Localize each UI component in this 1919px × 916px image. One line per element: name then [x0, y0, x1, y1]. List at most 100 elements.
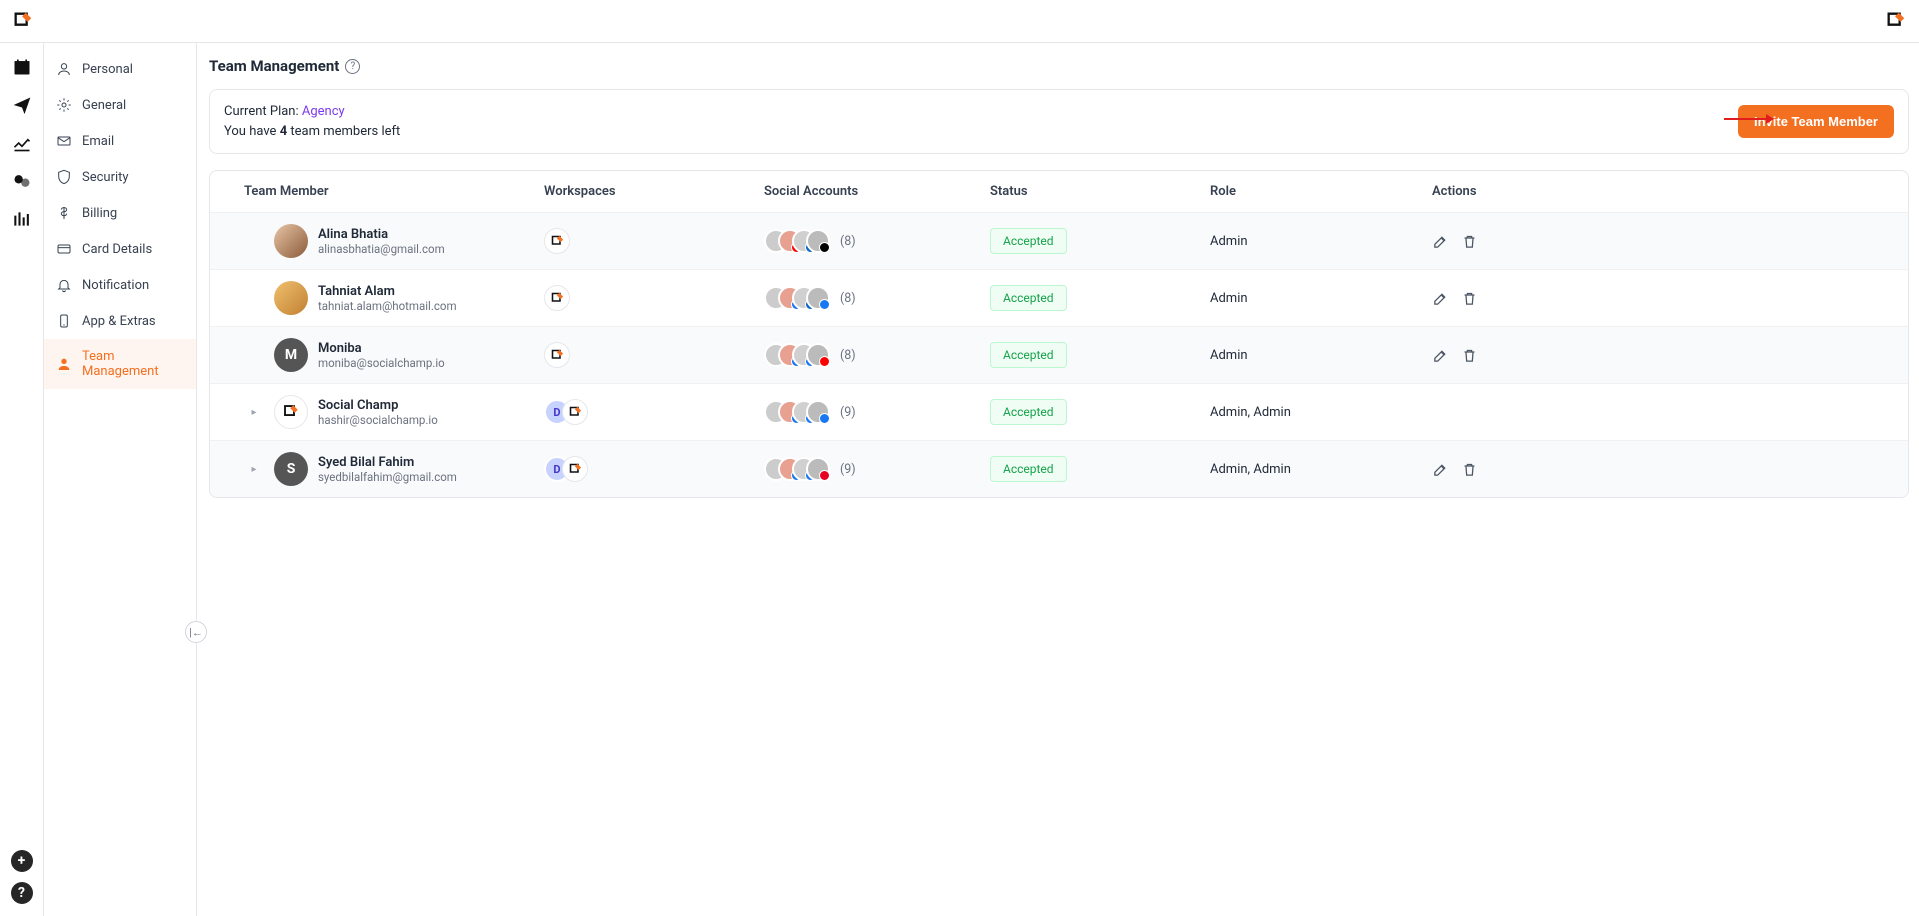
social-account-icon	[806, 343, 830, 367]
social-badge-fb	[819, 299, 830, 310]
sidebar-item-label: Personal	[82, 62, 133, 77]
th-status: Status	[990, 184, 1210, 199]
analytics-icon[interactable]	[12, 133, 32, 153]
th-workspaces: Workspaces	[544, 184, 764, 199]
sidebar-item-team-management[interactable]: Team Management	[44, 339, 196, 389]
user-icon	[56, 61, 72, 77]
member-email: tahniat.alam@hotmail.com	[318, 299, 457, 313]
social-count: (8)	[840, 291, 856, 306]
member-email: hashir@socialchamp.io	[318, 413, 438, 427]
social-account-icon	[806, 286, 830, 310]
sidebar-item-label: Notification	[82, 278, 149, 293]
role-text: Admin	[1210, 348, 1432, 363]
sidebar-item-label: Team Management	[82, 349, 184, 379]
workspace-icon	[544, 228, 570, 254]
edit-button[interactable]	[1432, 347, 1449, 364]
table-row: MMonibamoniba@socialchamp.io(8)AcceptedA…	[210, 326, 1908, 383]
team-icon	[56, 356, 72, 372]
workspace-icon	[562, 456, 588, 482]
role-text: Admin	[1210, 291, 1432, 306]
table-row: Alina Bhatiaalinasbhatia@gmail.com (8) Acc…	[210, 212, 1908, 269]
edit-button[interactable]	[1432, 461, 1449, 478]
gear-icon	[56, 97, 72, 113]
remaining-suffix: team members left	[290, 124, 400, 139]
avatar	[274, 224, 308, 258]
social-count: (9)	[840, 405, 856, 420]
member-email: moniba@socialchamp.io	[318, 356, 445, 370]
publish-icon[interactable]	[12, 95, 32, 115]
workspace-icon	[562, 399, 588, 425]
sidebar: Personal General Email Security Billing Card …	[44, 43, 197, 916]
help-icon[interactable]: ?	[345, 59, 360, 74]
sidebar-item-label: General	[82, 98, 126, 113]
social-count: (8)	[840, 348, 856, 363]
sidebar-item-personal[interactable]: Personal	[44, 51, 196, 87]
sidebar-item-notification[interactable]: Notification	[44, 267, 196, 303]
workspace-icon	[544, 285, 570, 311]
calendar-icon[interactable]	[12, 57, 32, 77]
topbar	[0, 0, 1919, 43]
expand-row-caret[interactable]: ▸	[244, 407, 264, 418]
member-name: Social Champ	[318, 398, 438, 413]
th-social: Social Accounts	[764, 184, 990, 199]
status-badge: Accepted	[990, 285, 1067, 311]
member-name: Moniba	[318, 341, 445, 356]
sidebar-item-billing[interactable]: Billing	[44, 195, 196, 231]
sidebar-item-label: Security	[82, 170, 129, 185]
bulk-icon[interactable]	[12, 209, 32, 229]
role-text: Admin, Admin	[1210, 462, 1432, 477]
avatar: S	[274, 452, 308, 486]
delete-button[interactable]	[1461, 290, 1478, 307]
brand-logo[interactable]	[12, 10, 34, 32]
plan-banner: Current Plan: Agency You have 4 team mem…	[209, 89, 1909, 154]
sidebar-item-card-details[interactable]: Card Details	[44, 231, 196, 267]
avatar	[274, 281, 308, 315]
table-row: ▸SSyed Bilal Fahimsyedbilalfahim@gmail.c…	[210, 440, 1908, 497]
card-icon	[56, 241, 72, 257]
table-row: Tahniat Alamtahniat.alam@hotmail.com(8)A…	[210, 269, 1908, 326]
add-button[interactable]: +	[11, 850, 33, 872]
sidebar-item-security[interactable]: Security	[44, 159, 196, 195]
mail-icon	[56, 133, 72, 149]
remaining-count: 4	[280, 124, 287, 139]
plan-label: Current Plan:	[224, 104, 299, 119]
sidebar-item-label: Card Details	[82, 242, 152, 257]
annotation-arrow	[1724, 112, 1774, 126]
help-button[interactable]: ?	[11, 882, 33, 904]
main-content: Team Management ? Current Plan: Agency Y…	[197, 43, 1919, 916]
social-badge-fb	[819, 413, 830, 424]
edit-button[interactable]	[1432, 290, 1449, 307]
sidebar-item-email[interactable]: Email	[44, 123, 196, 159]
delete-button[interactable]	[1461, 461, 1478, 478]
social-badge-tt	[819, 242, 830, 253]
sidebar-item-label: Email	[82, 134, 114, 149]
sidebar-item-app-extras[interactable]: App & Extras	[44, 303, 196, 339]
social-count: (8)	[840, 234, 856, 249]
sidebar-item-label: Billing	[82, 206, 117, 221]
member-email: syedbilalfahim@gmail.com	[318, 470, 457, 484]
delete-button[interactable]	[1461, 233, 1478, 250]
avatar	[274, 395, 308, 429]
collapse-sidebar-button[interactable]: |←	[185, 621, 207, 643]
delete-button[interactable]	[1461, 347, 1478, 364]
status-badge: Accepted	[990, 228, 1067, 254]
status-badge: Accepted	[990, 342, 1067, 368]
nav-rail: + ?	[0, 43, 44, 916]
status-badge: Accepted	[990, 456, 1067, 482]
dollar-icon	[56, 205, 72, 221]
sidebar-item-general[interactable]: General	[44, 87, 196, 123]
remaining-prefix: You have	[224, 124, 276, 139]
brand-logo-right[interactable]	[1885, 10, 1907, 32]
member-email: alinasbhatia@gmail.com	[318, 242, 445, 256]
social-account-icon	[806, 400, 830, 424]
sidebar-item-label: App & Extras	[82, 314, 156, 329]
th-role: Role	[1210, 184, 1432, 199]
role-text: Admin	[1210, 234, 1432, 249]
social-account-icon	[806, 229, 830, 253]
member-name: Alina Bhatia	[318, 227, 445, 242]
role-text: Admin, Admin	[1210, 405, 1432, 420]
edit-button[interactable]	[1432, 233, 1449, 250]
expand-row-caret[interactable]: ▸	[244, 464, 264, 475]
plan-link[interactable]: Agency	[302, 104, 345, 119]
engage-icon[interactable]	[12, 171, 32, 191]
